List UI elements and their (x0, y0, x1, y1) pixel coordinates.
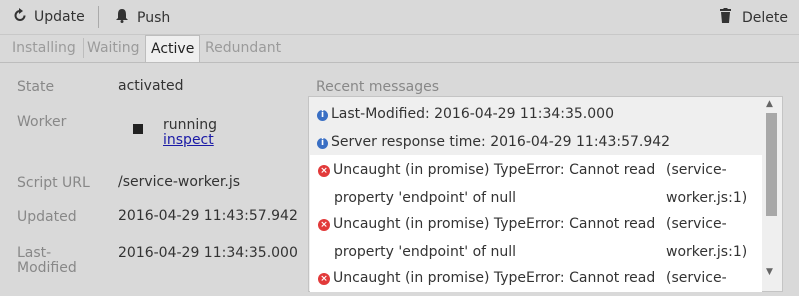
error-messages-highlight: × Uncaught (in promise) TypeError: Cannot… (310, 155, 762, 292)
toolbar-separator (98, 6, 99, 28)
error-icon: × (318, 219, 330, 231)
updated-value: 2016-04-29 11:43:57.942 (118, 208, 298, 224)
push-button[interactable]: Push (115, 8, 170, 27)
tab-redundant[interactable]: Redundant (205, 40, 281, 56)
error-icon: × (318, 273, 330, 285)
message-text: property 'endpoint' of null (334, 190, 517, 206)
message-text: property 'endpoint' of null (334, 244, 517, 260)
worker-status-text: running (163, 117, 218, 133)
message-source-link[interactable]: worker.js:1) (666, 190, 747, 206)
last-modified-label-line2: Modified (17, 260, 77, 276)
refresh-icon (14, 8, 26, 26)
scroll-down-arrow-icon[interactable]: ▼ (766, 267, 773, 277)
last-modified-label: Last- Modified (17, 246, 77, 276)
scrollbar-thumb[interactable] (766, 113, 777, 216)
update-button[interactable]: Update (14, 8, 85, 26)
message-error: × Uncaught (in promise) TypeError: Cannot… (318, 270, 655, 286)
message-text: Uncaught (in promise) TypeError: Cannot … (333, 270, 656, 286)
stop-icon[interactable] (133, 124, 143, 134)
tab-waiting[interactable]: Waiting (87, 40, 140, 56)
tab-bar: Installing Waiting Active Redundant (0, 35, 799, 63)
message-source-link[interactable]: (service- (666, 216, 727, 232)
message-text: Last-Modified: 2016-04-29 11:34:35.000 (331, 106, 614, 122)
error-icon: × (318, 165, 330, 177)
trash-icon (720, 8, 731, 27)
message-text: Uncaught (in promise) TypeError: Cannot … (333, 162, 656, 178)
updated-label: Updated (17, 209, 77, 225)
tab-active[interactable]: Active (145, 35, 201, 62)
tab-divider (83, 38, 84, 58)
script-url-label: Script URL (17, 175, 90, 191)
delete-label: Delete (742, 9, 788, 26)
last-modified-label-line1: Last- (17, 245, 52, 261)
update-label: Update (34, 9, 85, 25)
scroll-up-arrow-icon[interactable]: ▲ (766, 99, 773, 109)
message-source-link[interactable]: (service- (666, 162, 727, 178)
message-text: Server response time: 2016-04-29 11:43:5… (331, 134, 671, 150)
tab-installing[interactable]: Installing (12, 40, 76, 56)
delete-button[interactable]: Delete (720, 8, 788, 27)
message-info: i Last-Modified: 2016-04-29 11:34:35.000 (317, 106, 614, 122)
message-text: Uncaught (in promise) TypeError: Cannot … (333, 216, 656, 232)
message-info: i Server response time: 2016-04-29 11:43:… (317, 134, 670, 150)
worker-status: running inspect (163, 118, 217, 148)
bell-icon (115, 8, 129, 27)
message-error: × Uncaught (in promise) TypeError: Cannot… (318, 162, 655, 178)
worker-label: Worker (17, 114, 67, 130)
message-source-link[interactable]: worker.js:1) (666, 244, 747, 260)
push-label: Push (137, 9, 171, 26)
info-icon: i (317, 110, 328, 121)
info-icon: i (317, 138, 328, 149)
state-label: State (17, 79, 55, 95)
message-error: × Uncaught (in promise) TypeError: Cannot… (318, 216, 655, 232)
script-url-value: /service-worker.js (118, 174, 241, 190)
state-value: activated (118, 78, 184, 94)
toolbar: Update Push Delete (0, 0, 799, 35)
message-source-link[interactable]: (service- (666, 270, 727, 286)
last-modified-value: 2016-04-29 11:34:35.000 (118, 245, 298, 261)
recent-messages-title: Recent messages (316, 79, 440, 95)
inspect-link[interactable]: inspect (163, 133, 217, 148)
